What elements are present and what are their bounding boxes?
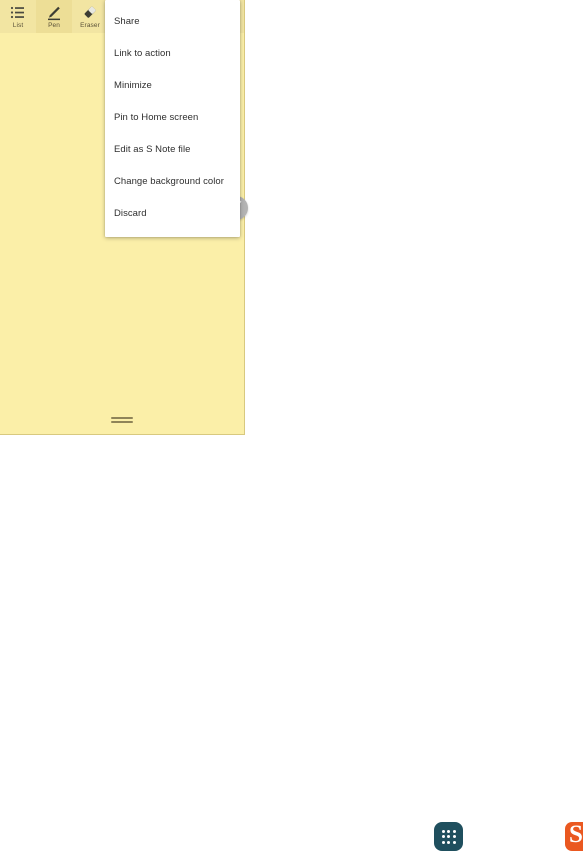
pen-icon (45, 5, 63, 21)
tool-button-list[interactable]: List (0, 0, 36, 33)
tool-button-pen[interactable]: Pen (36, 0, 72, 33)
menu-item-discard[interactable]: Discard (105, 198, 240, 230)
eraser-icon (81, 5, 99, 21)
apps-grid-icon[interactable] (434, 822, 463, 851)
drag-handle-icon[interactable] (111, 417, 133, 425)
tool-label-list: List (12, 22, 24, 29)
list-icon (9, 5, 27, 21)
drag-handle-bar (111, 421, 133, 423)
overflow-menu: Share Link to action Minimize Pin to Hom… (105, 0, 240, 237)
menu-item-share[interactable]: Share (105, 6, 240, 38)
menu-item-minimize[interactable]: Minimize (105, 70, 240, 102)
s-note-letter: S (569, 822, 583, 848)
menu-item-link-to-action[interactable]: Link to action (105, 38, 240, 70)
apps-grid-dots (441, 829, 456, 844)
tool-label-pen: Pen (48, 22, 60, 29)
s-note-icon[interactable]: S (565, 822, 583, 851)
tool-label-eraser: Eraser (80, 22, 100, 29)
tool-button-eraser[interactable]: Eraser (72, 0, 108, 33)
menu-item-edit-as-s-note[interactable]: Edit as S Note file (105, 134, 240, 166)
menu-item-change-background-color[interactable]: Change background color (105, 166, 240, 198)
menu-item-pin-to-home[interactable]: Pin to Home screen (105, 102, 240, 134)
drag-handle-bar (111, 417, 133, 419)
